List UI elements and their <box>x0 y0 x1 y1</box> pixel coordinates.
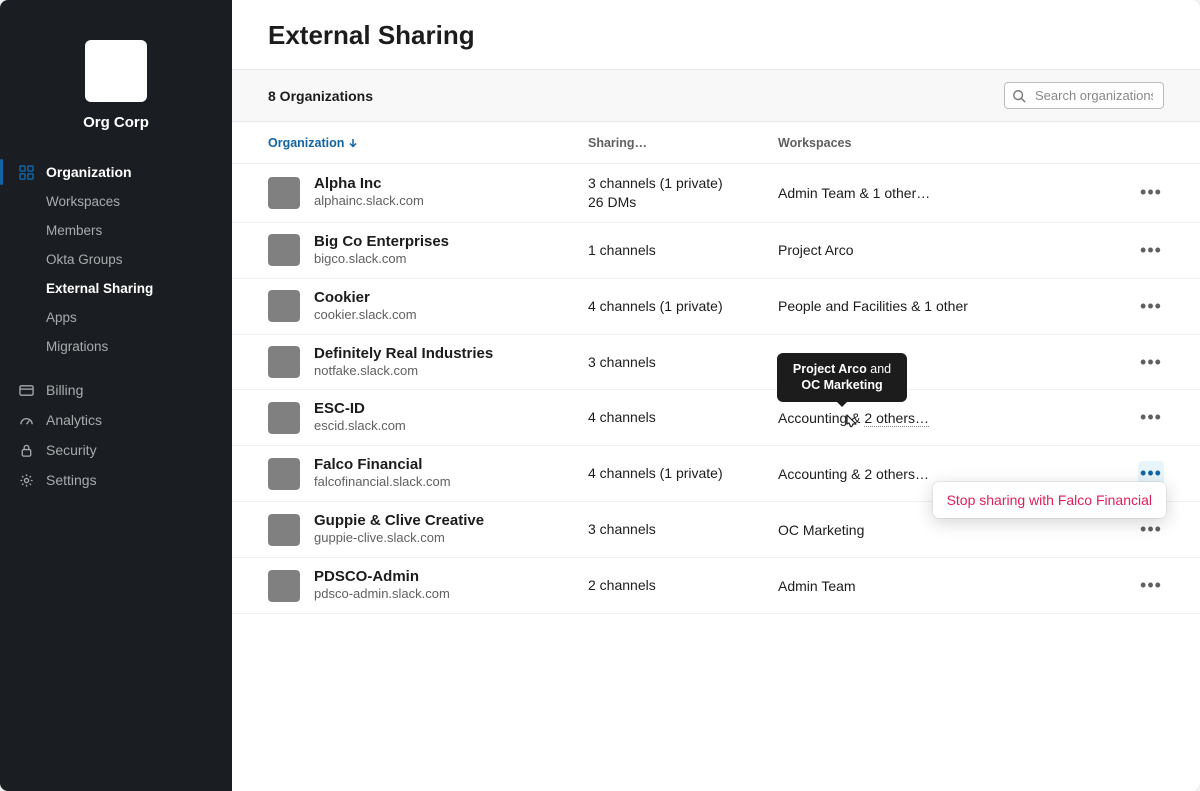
org-avatar <box>268 346 300 378</box>
sharing-cell: 3 channels <box>588 520 778 539</box>
sharing-cell: 3 channels <box>588 353 778 372</box>
org-domain: pdsco-admin.slack.com <box>314 586 450 603</box>
more-button[interactable]: ••• <box>1138 405 1164 431</box>
nav-workspaces[interactable]: Workspaces <box>0 187 232 216</box>
workspaces-cell: Project Arco <box>778 242 1104 258</box>
org-name[interactable]: Guppie & Clive Creative <box>314 512 484 530</box>
org-domain: guppie-clive.slack.com <box>314 530 484 547</box>
sharing-cell: 4 channels <box>588 408 778 427</box>
nav-apps[interactable]: Apps <box>0 303 232 332</box>
org-domain: notfake.slack.com <box>314 363 493 380</box>
nav-members[interactable]: Members <box>0 216 232 245</box>
sharing-cell: 1 channels <box>588 241 778 260</box>
sharing-cell: 3 channels (1 private) 26 DMs <box>588 174 778 212</box>
table: Organization Sharing… Workspaces Alpha I… <box>232 122 1200 791</box>
search-wrap <box>1004 82 1164 109</box>
nav-settings[interactable]: Settings <box>0 465 232 495</box>
nav-label: Security <box>46 442 97 458</box>
search-icon <box>1012 89 1026 103</box>
org-count: 8 Organizations <box>268 88 373 104</box>
tooltip: Project Arco and OC Marketing <box>777 353 907 403</box>
nav-label: Analytics <box>46 412 102 428</box>
table-row: Definitely Real Industries notfake.slack… <box>232 335 1200 391</box>
nav-label: Organization <box>46 164 132 180</box>
sharing-cell: 2 channels <box>588 576 778 595</box>
nav-external-sharing[interactable]: External Sharing <box>0 274 232 303</box>
credit-card-icon <box>18 382 34 398</box>
workspaces-cell: Admin Team <box>778 578 1104 594</box>
more-button[interactable]: ••• <box>1138 517 1164 543</box>
header: External Sharing <box>232 0 1200 69</box>
lock-icon <box>18 442 34 458</box>
workspaces-cell: Admin Team & 1 other… <box>778 185 1104 201</box>
table-row: Cookier cookier.slack.com 4 channels (1 … <box>232 279 1200 335</box>
nav-billing[interactable]: Billing <box>0 375 232 405</box>
org-name[interactable]: Falco Financial <box>314 456 451 474</box>
table-row: Big Co Enterprises bigco.slack.com 1 cha… <box>232 223 1200 279</box>
workspaces-cell: Accounting & 2 others… <box>778 410 1104 426</box>
org-avatar <box>268 290 300 322</box>
nav-okta-groups[interactable]: Okta Groups <box>0 245 232 274</box>
col-header-organization[interactable]: Organization <box>268 136 588 150</box>
org-avatar <box>268 234 300 266</box>
org-name[interactable]: ESC-ID <box>314 400 406 418</box>
nav-organization[interactable]: Organization <box>0 157 232 187</box>
table-row: Alpha Inc alphainc.slack.com 3 channels … <box>232 164 1200 223</box>
context-menu: Stop sharing with Falco Financial <box>933 482 1166 518</box>
table-head: Organization Sharing… Workspaces <box>232 122 1200 164</box>
toolbar: 8 Organizations <box>232 69 1200 122</box>
workspaces-cell: OC Marketing <box>778 522 1104 538</box>
col-header-workspaces[interactable]: Workspaces <box>778 136 1104 150</box>
org-logo <box>85 40 147 102</box>
search-input[interactable] <box>1004 82 1164 109</box>
nav-label: Settings <box>46 472 97 488</box>
more-button[interactable]: ••• <box>1138 349 1164 375</box>
more-button[interactable]: ••• <box>1138 180 1164 206</box>
sharing-cell: 4 channels (1 private) <box>588 297 778 316</box>
main: External Sharing 8 Organizations Organiz… <box>232 0 1200 791</box>
org-name[interactable]: Cookier <box>314 289 417 307</box>
table-row: PDSCO-Admin pdsco-admin.slack.com 2 chan… <box>232 558 1200 614</box>
sidebar: Org Corp Organization Workspaces Members… <box>0 0 232 791</box>
org-domain: alphainc.slack.com <box>314 193 424 210</box>
table-row: Falco Financial falcofinancial.slack.com… <box>232 446 1200 502</box>
workspaces-cell: Accounting & 2 others… <box>778 466 1104 482</box>
org-domain: falcofinancial.slack.com <box>314 474 451 491</box>
org-domain: bigco.slack.com <box>314 251 449 268</box>
gear-icon <box>18 472 34 488</box>
nav-label: Billing <box>46 382 83 398</box>
org-avatar <box>268 458 300 490</box>
org-avatar <box>268 177 300 209</box>
org-avatar <box>268 570 300 602</box>
nav-analytics[interactable]: Analytics <box>0 405 232 435</box>
org-avatar <box>268 514 300 546</box>
org-name[interactable]: PDSCO-Admin <box>314 568 450 586</box>
page-title: External Sharing <box>268 20 1164 51</box>
org-domain: escid.slack.com <box>314 418 406 435</box>
org-avatar <box>268 402 300 434</box>
org-domain: cookier.slack.com <box>314 307 417 324</box>
grid-icon <box>18 164 34 180</box>
context-menu-stop[interactable]: Stop sharing with Falco Financial <box>947 492 1152 508</box>
more-button[interactable]: ••• <box>1138 573 1164 599</box>
org-name[interactable]: Definitely Real Industries <box>314 345 493 363</box>
workspaces-cell: People and Facilities & 1 other <box>778 298 1104 314</box>
workspaces-others-link[interactable]: 2 others… <box>864 410 929 427</box>
col-header-sharing[interactable]: Sharing… <box>588 136 778 150</box>
sharing-cell: 4 channels (1 private) <box>588 464 778 483</box>
sidebar-nav: Organization Workspaces Members Okta Gro… <box>0 157 232 495</box>
org-name: Org Corp <box>10 114 222 131</box>
nav-security[interactable]: Security <box>0 435 232 465</box>
org-name[interactable]: Big Co Enterprises <box>314 233 449 251</box>
table-row: ESC-ID escid.slack.com 4 channels Accoun… <box>232 390 1200 446</box>
org-block: Org Corp <box>0 20 232 137</box>
sort-arrow-down-icon <box>348 138 358 148</box>
org-name[interactable]: Alpha Inc <box>314 175 424 193</box>
more-button[interactable]: ••• <box>1138 237 1164 263</box>
nav-migrations[interactable]: Migrations <box>0 332 232 361</box>
gauge-icon <box>18 412 34 428</box>
more-button[interactable]: ••• <box>1138 293 1164 319</box>
